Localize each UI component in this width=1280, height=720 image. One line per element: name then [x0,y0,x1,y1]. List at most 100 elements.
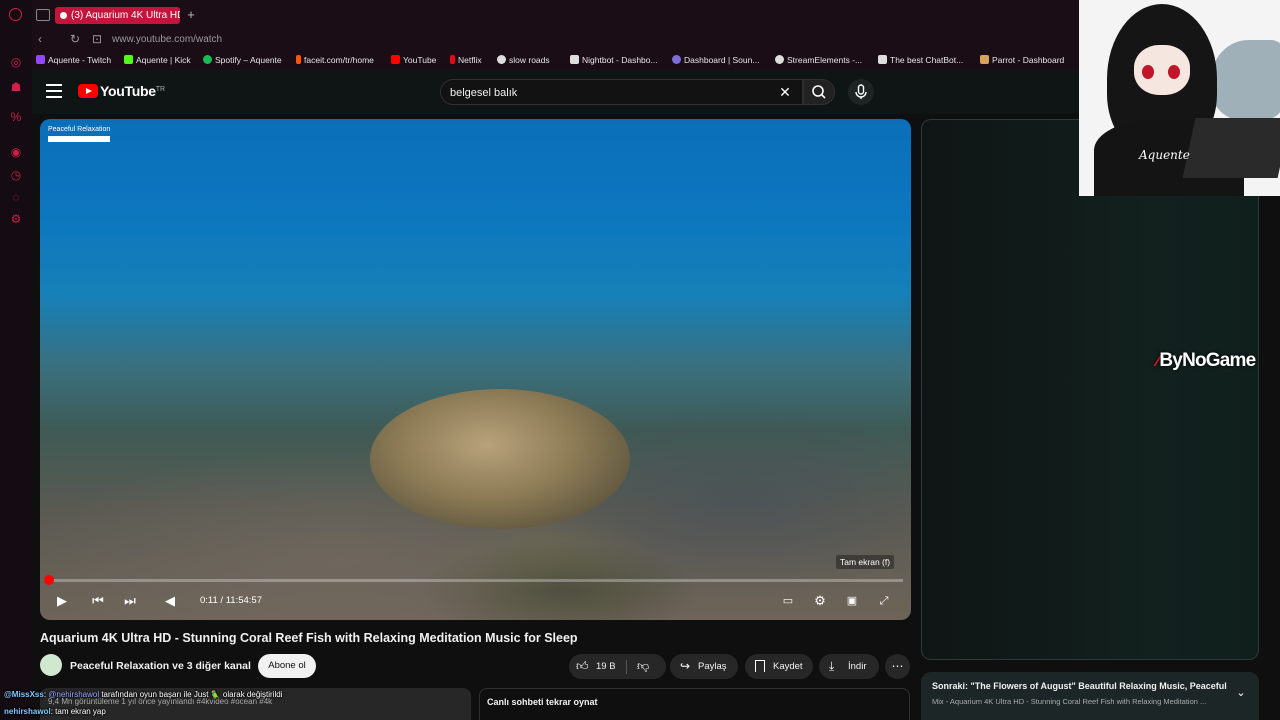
gaming-icon[interactable]: ☗ [9,80,23,94]
youtube-logo[interactable]: YouTubeTR [78,83,165,101]
bookmark-item[interactable]: Aquente | Kick [124,54,191,66]
fullscreen-tooltip: Tam ekran (f) [836,555,895,569]
bookmark-item[interactable]: Netflix [450,54,482,66]
progress-scrubber[interactable] [44,575,54,585]
search-button[interactable] [803,79,835,105]
sea-turtle-image [370,389,630,529]
bookmark-item[interactable]: slow roads [497,54,550,66]
play-button[interactable]: ▶ [54,593,70,609]
bookmark-item[interactable]: YouTube [391,54,436,66]
chevron-down-icon[interactable]: ⌄ [1234,686,1248,700]
url-field[interactable]: www.youtube.com/watch [112,33,222,47]
share-label: Paylaş [698,661,727,672]
twitch-icon [36,55,45,64]
channel-watermark[interactable]: Peaceful Relaxation [48,125,110,142]
progress-bar[interactable] [48,579,903,582]
chat-username: nehirshawol [4,707,51,716]
search-box [440,79,803,105]
tab-menu-icon[interactable] [36,9,50,21]
chat-message: @MissXss: @nehirshawol tarafından oyun b… [4,690,283,699]
bookmark-label: faceit.com/tr/home [304,55,374,65]
channel-avatar[interactable] [40,654,62,676]
search-input[interactable] [450,85,750,101]
save-label: Kaydet [773,661,803,672]
chat-icon[interactable]: ◌ [9,190,23,204]
time-display: 0:11 / 11:54:57 [200,595,262,606]
volume-icon[interactable]: ◀ [162,593,178,609]
logo-text: YouTube [100,83,156,99]
download-label: İndir [848,661,867,672]
video-title: Aquarium 4K Ultra HD - Stunning Coral Re… [40,631,578,645]
recommendations-panel [921,119,1259,660]
parrot-icon [980,55,989,64]
shark-illustration [1211,40,1280,120]
bookmark-item[interactable]: The best ChatBot... [878,54,963,66]
bookmark-label: Netflix [458,55,482,65]
fullscreen-icon[interactable]: ⤢ [876,593,892,609]
tab-title: (3) Aquarium 4K Ultra HD - [71,10,180,21]
streamer-avatar-overlay: Aquente [1079,0,1280,196]
bookmark-item[interactable]: Aquente - Twitch [36,54,111,66]
logo-region: TR [155,86,166,93]
streamelements-icon [775,55,784,64]
opera-logo-icon[interactable] [9,8,22,21]
search-icon [812,85,826,99]
up-next-bar[interactable] [921,672,1259,720]
bookmark-label: Nightbot - Dashbo... [582,55,658,65]
bookmark-label: Dashboard | Soun... [684,55,760,65]
download-button[interactable]: İndir [819,654,879,679]
share-icon: ↪ [680,659,691,673]
lock-icon: ⊡ [91,32,103,46]
character-face [1134,45,1190,95]
player-icon[interactable]: ◉ [9,145,23,159]
bookmark-item[interactable]: Parrot - Dashboard [980,54,1064,66]
up-next-title: Sonraki: "The Flowers of August" Beautif… [932,681,1227,691]
clear-search-icon[interactable]: ✕ [778,85,792,99]
dislike-icon[interactable]: 👎︎ [637,659,653,673]
chat-text: tam ekran yap [55,707,106,716]
more-actions-button[interactable]: ⋯ [885,654,910,679]
tab-youtube-active[interactable]: (3) Aquarium 4K Ultra HD - [55,7,180,24]
bookmark-label: The best ChatBot... [890,55,964,65]
settings-gear-icon[interactable]: ⚙ [812,593,828,609]
percent-icon[interactable]: % [9,110,23,124]
chat-message: nehirshawol: tam ekran yap [4,707,106,716]
history-icon[interactable]: ◷ [9,168,23,182]
bookmark-item[interactable]: Spotify – Aquente [203,54,282,66]
voice-search-button[interactable] [848,79,874,105]
bookmark-item[interactable]: Dashboard | Soun... [672,54,759,66]
bookmark-item[interactable]: StreamElements -... [775,54,862,66]
channel-name[interactable]: Peaceful Relaxation ve 3 diğer kanal [70,660,251,672]
kick-icon [124,55,133,64]
netflix-icon [450,55,455,64]
browser-sidebar: ◎ ☗ % ◉ ◷ ◌ ⚙ [0,0,32,720]
messenger-icon[interactable]: ◎ [9,55,23,69]
video-player[interactable]: Peaceful Relaxation Tam ekran (f) ▶ ⏮ ⏭ … [40,119,911,620]
bookmark-item[interactable]: faceit.com/tr/home [296,54,374,66]
autoplay-toggle[interactable]: ▭ [780,593,796,609]
new-tab-button[interactable]: + [184,7,198,23]
subscribe-button[interactable]: Abone ol [258,654,316,678]
like-divider [626,660,627,674]
youtube-icon [391,55,400,64]
like-count[interactable]: 19 B [596,661,616,672]
settings-icon[interactable]: ⚙ [9,212,23,226]
hamburger-menu-icon[interactable] [46,84,62,98]
bookmark-label: Spotify – Aquente [215,55,282,65]
reload-icon[interactable]: ↻ [68,32,82,46]
previous-button[interactable]: ⏮ [90,593,106,609]
streamer-signature: Aquente [1139,148,1190,162]
next-button[interactable]: ⏭ [122,593,138,609]
bookmark-label: slow roads [509,55,550,65]
watermark-text: Peaceful Relaxation [48,126,111,133]
like-icon[interactable]: 👍︎ [576,659,592,673]
youtube-play-icon [78,84,98,98]
back-icon[interactable]: ‹ [33,32,47,46]
miniplayer-icon[interactable]: ▣ [844,593,860,609]
bookmark-item[interactable]: Nightbot - Dashbo... [570,54,658,66]
sponsor-logo-text: ByNoGame [1159,350,1256,371]
bookmark-label: YouTube [403,55,437,65]
chatbot-icon [878,55,887,64]
bookmark-label: Parrot - Dashboard [992,55,1065,65]
soundalerts-icon [672,55,681,64]
